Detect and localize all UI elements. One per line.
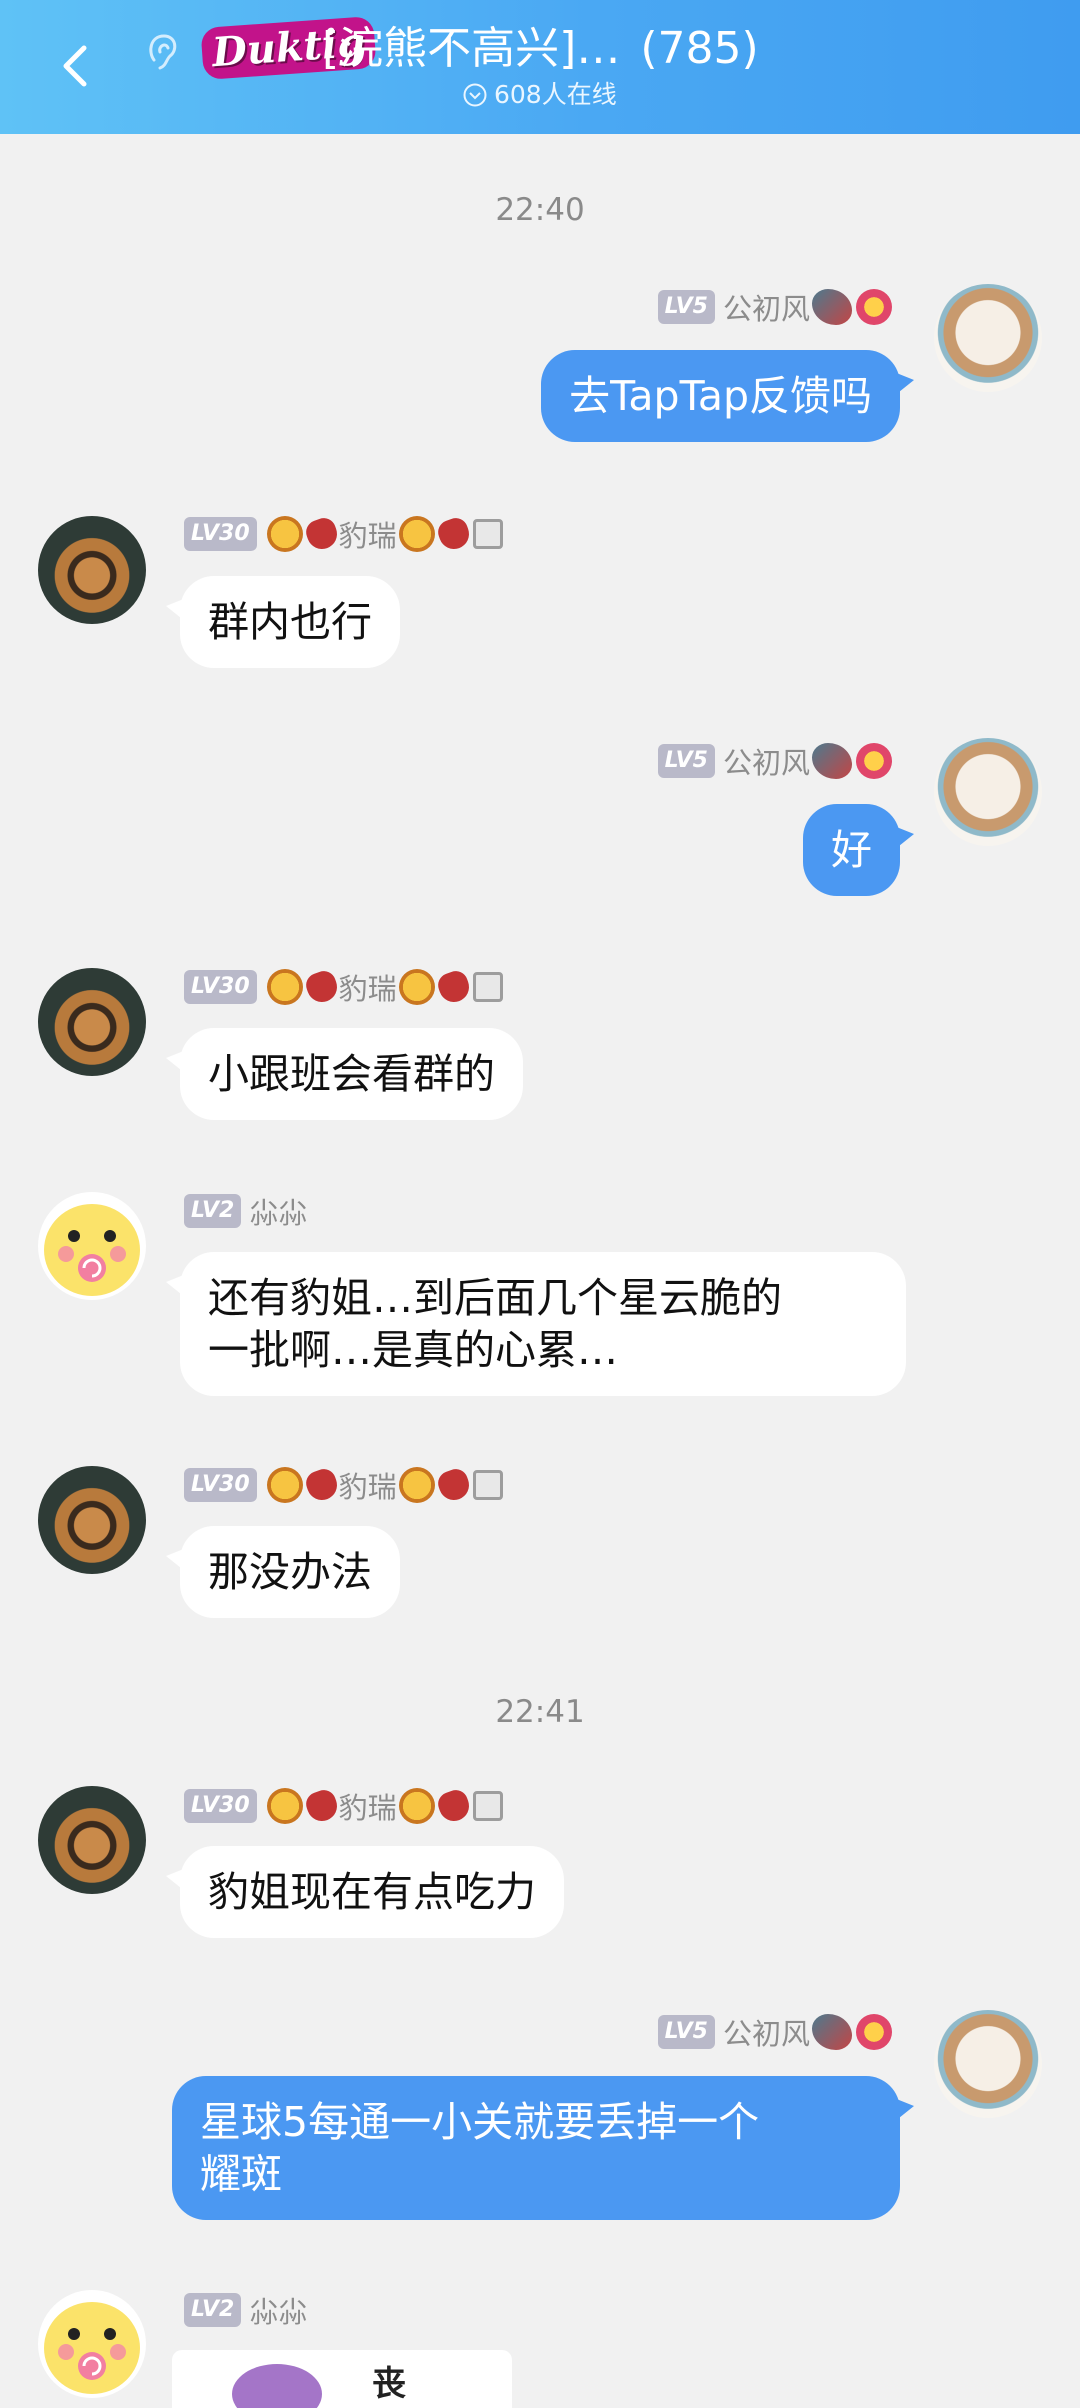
avatar[interactable]	[38, 1466, 146, 1574]
sender-row: LV5 公初风	[657, 287, 894, 327]
chip-icon	[472, 519, 503, 549]
chat-header: Duktig [浣熊不高兴]… (785) 608人在线	[0, 0, 1080, 134]
sender-row: LV30 豹瑞	[184, 1786, 505, 1826]
avatar[interactable]	[38, 516, 146, 624]
avatar[interactable]	[38, 2290, 146, 2398]
avatar[interactable]	[934, 738, 1042, 846]
paw-icon	[302, 1786, 341, 1826]
sender-row: LV2 尛尛	[184, 1191, 307, 1231]
paw-icon	[434, 1786, 473, 1826]
message-line: 星球5每通一小关就要丢掉一个	[200, 2098, 760, 2146]
paw-icon	[434, 514, 473, 554]
level-badge: LV30	[184, 970, 257, 1004]
chevron-down-circle-icon	[463, 83, 487, 107]
tiger-badge-icon	[398, 516, 435, 552]
level-badge: LV5	[657, 744, 715, 778]
sender-name: 公初风	[722, 2017, 810, 2051]
paw-icon	[302, 967, 341, 1007]
sender-row: LV5 公初风	[657, 2012, 894, 2052]
sticker-text: 丧	[372, 2364, 406, 2404]
sticker-blob	[232, 2364, 322, 2408]
back-arrow-icon[interactable]	[48, 38, 104, 94]
level-badge: LV5	[657, 2015, 715, 2049]
level-badge: LV30	[184, 1789, 257, 1823]
group-name: [浣熊不高兴]…	[322, 23, 621, 74]
message-line: 还有豹姐…到后面几个星云脆的	[208, 1274, 782, 1322]
online-status[interactable]: 608人在线	[462, 78, 617, 112]
message-line: 耀斑	[200, 2150, 282, 2198]
level-badge: LV5	[657, 290, 715, 324]
chip-icon	[472, 1470, 503, 1500]
online-count: 608人在线	[494, 80, 617, 109]
chip-icon	[472, 972, 503, 1002]
avatar[interactable]	[38, 1786, 146, 1894]
tiger-badge-icon	[266, 969, 303, 1005]
sender-row: LV30 豹瑞	[184, 1465, 505, 1505]
chip-icon	[472, 1791, 503, 1821]
group-title[interactable]: [浣熊不高兴]… (785)	[322, 18, 759, 80]
member-count: (785)	[640, 23, 759, 74]
tiger-badge-icon	[398, 969, 435, 1005]
level-badge: LV30	[184, 517, 257, 551]
sender-name: 公初风	[722, 292, 810, 326]
timestamp: 22:41	[495, 1694, 585, 1730]
paw-icon	[434, 967, 473, 1007]
sender-name: 豹瑞	[338, 519, 397, 553]
paw-icon	[434, 1465, 473, 1505]
sender-name: 尛尛	[249, 1196, 308, 1230]
sender-row: LV30 豹瑞	[184, 967, 505, 1007]
message-bubble[interactable]: 星球5每通一小关就要丢掉一个 耀斑	[172, 2076, 914, 2220]
message-line: 一批啊…是真的心累…	[208, 1326, 618, 1374]
tiger-badge-icon	[398, 1467, 435, 1503]
message-bubble[interactable]: 群内也行	[166, 576, 400, 668]
avatar[interactable]	[934, 2010, 1042, 2118]
sender-name: 豹瑞	[338, 1791, 397, 1825]
tiger-badge-icon	[266, 1788, 303, 1824]
message-bubble[interactable]: 好	[803, 804, 914, 896]
sender-name: 公初风	[722, 746, 810, 780]
flower-badge-icon	[856, 743, 892, 779]
sender-name: 尛尛	[249, 2295, 308, 2329]
paw-icon	[302, 514, 341, 554]
avatar[interactable]	[934, 284, 1042, 392]
dragon-badge-icon	[812, 743, 852, 779]
tiger-badge-icon	[266, 1467, 303, 1503]
sender-row: LV2 尛尛	[184, 2290, 307, 2330]
chick-avatar-icon	[44, 1204, 140, 1296]
sender-name: 豹瑞	[338, 972, 397, 1006]
level-badge: LV2	[184, 1194, 242, 1228]
sender-name: 豹瑞	[338, 1470, 397, 1504]
tiger-badge-icon	[398, 1788, 435, 1824]
flower-badge-icon	[856, 2014, 892, 2050]
message-bubble[interactable]: 那没办法	[166, 1526, 400, 1618]
message-bubble[interactable]: 豹姐现在有点吃力	[166, 1846, 564, 1938]
dragon-badge-icon	[812, 289, 852, 325]
ear-icon[interactable]	[142, 30, 182, 74]
sticker-image[interactable]: 丧	[172, 2350, 512, 2408]
sender-row: LV30 豹瑞	[184, 514, 505, 554]
flower-badge-icon	[856, 289, 892, 325]
level-badge: LV2	[184, 2293, 242, 2327]
level-badge: LV30	[184, 1468, 257, 1502]
avatar[interactable]	[38, 968, 146, 1076]
message-bubble[interactable]: 小跟班会看群的	[166, 1028, 523, 1120]
message-bubble[interactable]: 还有豹姐…到后面几个星云脆的 一批啊…是真的心累…	[166, 1252, 906, 1396]
paw-icon	[302, 1465, 341, 1505]
dragon-badge-icon	[812, 2014, 852, 2050]
tiger-badge-icon	[266, 516, 303, 552]
chick-avatar-icon	[44, 2302, 140, 2394]
timestamp: 22:40	[495, 192, 585, 228]
sender-row: LV5 公初风	[657, 741, 894, 781]
avatar[interactable]	[38, 1192, 146, 1300]
message-bubble[interactable]: 去TapTap反馈吗	[541, 350, 914, 442]
